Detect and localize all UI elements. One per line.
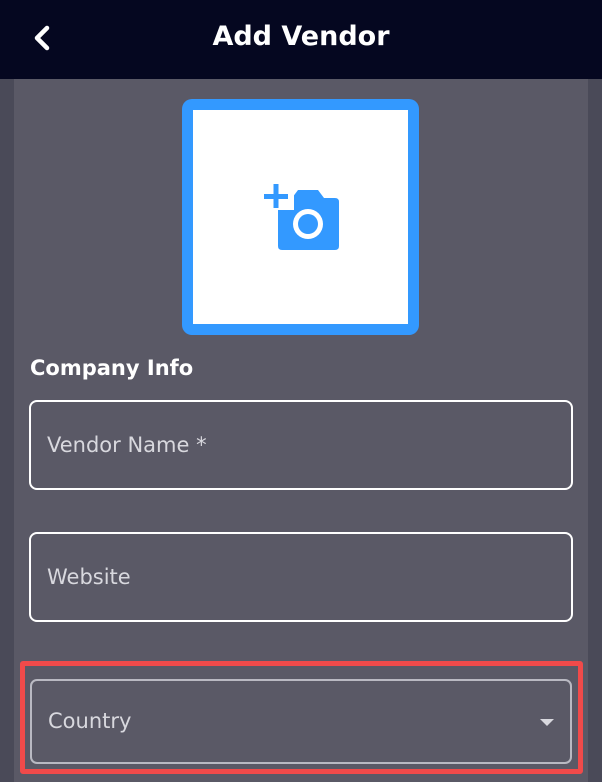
add-photo-button[interactable]	[182, 99, 419, 335]
website-input[interactable]	[31, 534, 571, 620]
section-title: Company Info	[30, 356, 194, 380]
app-header: Add Vendor	[0, 0, 602, 79]
country-select[interactable]: Country	[30, 679, 572, 764]
vendor-name-input[interactable]	[31, 402, 571, 488]
vendor-name-field[interactable]	[29, 400, 573, 490]
caret-down-icon	[540, 719, 554, 726]
country-select-label: Country	[48, 709, 132, 733]
page-title: Add Vendor	[212, 21, 390, 52]
vendor-form: Company Info Country	[14, 79, 588, 782]
add-photo-icon	[256, 173, 346, 267]
website-field[interactable]	[29, 532, 573, 622]
